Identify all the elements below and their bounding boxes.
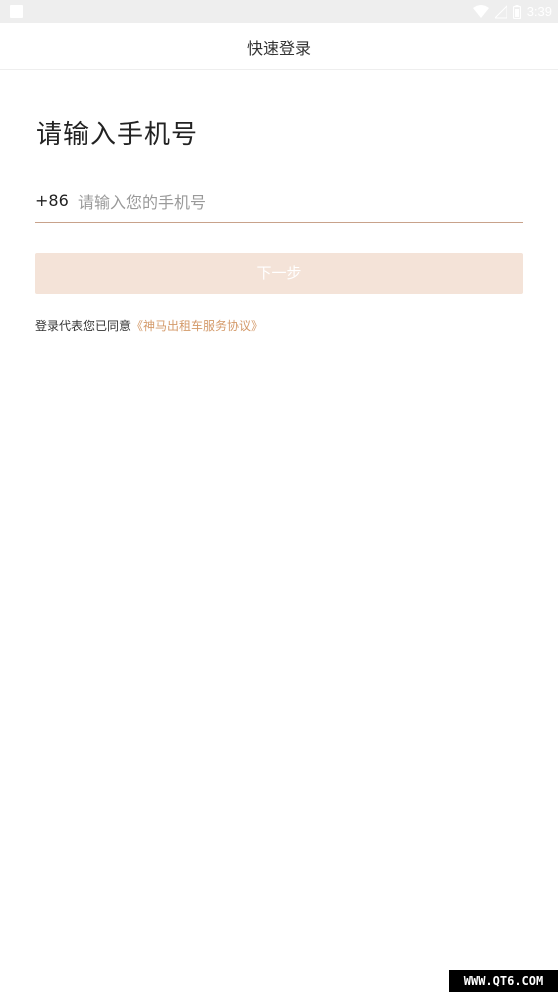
agreement-text: 登录代表您已同意《神马出租车服务协议》	[35, 317, 263, 334]
agreement-link[interactable]: 《神马出租车服务协议》	[131, 319, 263, 333]
notification-icon	[10, 5, 23, 18]
watermark-logo: WWW.QT6.COM	[449, 970, 558, 992]
country-code[interactable]: +86	[35, 191, 69, 210]
status-icons: 3:39	[472, 2, 552, 21]
battery-icon	[512, 4, 521, 19]
signal-icon	[494, 4, 507, 18]
nav-bar: 快速登录	[0, 23, 558, 70]
status-bar: 3:39	[0, 0, 558, 23]
phone-input[interactable]	[78, 189, 508, 215]
login-heading: 请输入手机号	[36, 120, 199, 150]
status-time: 3:39	[526, 4, 552, 19]
agreement-prefix: 登录代表您已同意	[35, 319, 132, 333]
wifi-icon	[472, 4, 489, 18]
page-title: 快速登录	[246, 39, 311, 58]
phone-field-row: +86	[35, 186, 523, 223]
next-button[interactable]: 下一步	[35, 253, 523, 294]
